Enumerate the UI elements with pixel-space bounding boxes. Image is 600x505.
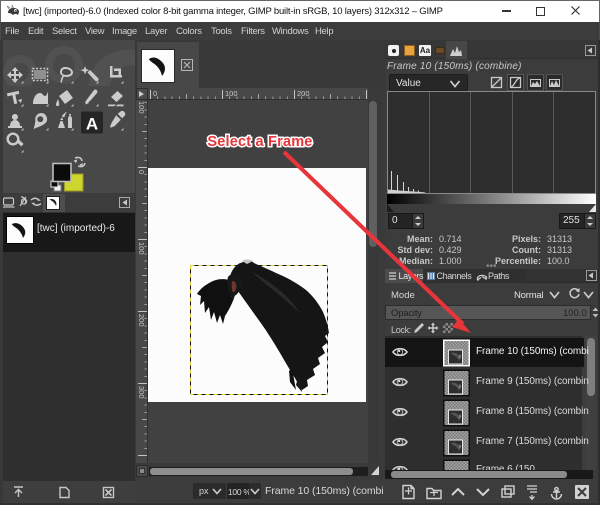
svg-text:Select a Frame: Select a Frame xyxy=(207,134,312,150)
